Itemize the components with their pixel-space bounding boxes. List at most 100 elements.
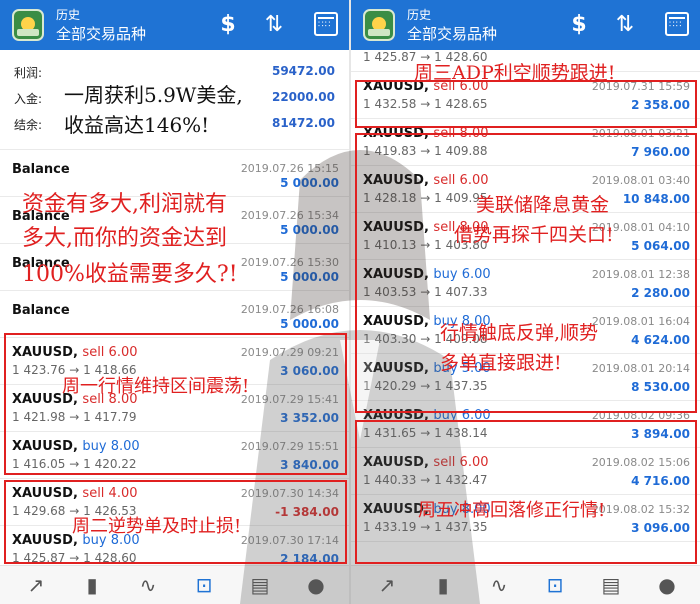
deal-symbol: XAUUSD, buy 6.00 <box>363 408 491 423</box>
nav-news-icon[interactable]: ▤ <box>232 566 288 604</box>
deal-symbol: XAUUSD, buy 5.00 <box>363 361 491 376</box>
nav-quotes-icon[interactable]: ↗ <box>8 566 64 604</box>
calendar-icon[interactable] <box>665 12 689 36</box>
summary-label: 利润: <box>14 66 43 80</box>
deal-prices: 1 431.65 → 1 438.14 <box>363 426 488 440</box>
deal-side: sell 4.00 <box>82 486 138 501</box>
deal-date: 2019.07.26 15:30 <box>240 256 339 269</box>
deal-profit: 2 280.00 <box>631 286 690 300</box>
app-title[interactable]: 全部交易品种 <box>56 23 146 44</box>
deal-row[interactable]: XAUUSD, sell 6.00 2019.08.01 03:40 1 428.1… <box>351 166 700 213</box>
deal-symbol: XAUUSD, sell 8.00 <box>363 126 489 141</box>
left-history-list[interactable]: 利润: 59472.00 入金: 22000.00 结余: 81472.00 B… <box>0 50 349 565</box>
deal-profit: 4 716.00 <box>631 474 690 488</box>
deal-symbol-text: XAUUSD, <box>12 439 83 454</box>
deal-side: sell 6.00 <box>82 345 138 360</box>
summary-row-balance: 结余: 81472.00 <box>0 110 349 136</box>
deal-symbol-text: XAUUSD, <box>363 173 434 188</box>
deal-row[interactable]: Balance 2019.07.26 15:34 5 000.00 <box>0 197 349 244</box>
deal-prices: 1 432.58 → 1 428.65 <box>363 97 488 111</box>
nav-history-icon[interactable]: ⊡ <box>176 566 232 604</box>
deal-date: 2019.07.29 15:41 <box>240 393 339 406</box>
nav-trade-icon[interactable]: ∿ <box>120 566 176 604</box>
dollar-icon[interactable]: $ <box>210 8 246 42</box>
deal-symbol-text: XAUUSD, <box>12 345 83 360</box>
summary-value: 59472.00 <box>271 64 335 78</box>
nav-chart-icon[interactable]: ▮ <box>64 566 120 604</box>
deal-date: 2019.08.01 16:04 <box>591 315 690 328</box>
deal-prices: 1 433.19 → 1 437.35 <box>363 520 488 534</box>
deal-prices: 1 420.29 → 1 437.35 <box>363 379 488 393</box>
deal-row[interactable]: XAUUSD, sell 6.00 2019.08.02 15:06 1 440.3… <box>351 448 700 495</box>
deal-row[interactable]: Balance 2019.07.26 15:30 5 000.00 <box>0 244 349 291</box>
deal-symbol: Balance <box>12 162 70 177</box>
deal-row[interactable]: Balance 2019.07.26 15:15 5 000.00 <box>0 150 349 197</box>
deal-prices: 1 416.05 → 1 420.22 <box>12 457 137 471</box>
deal-row[interactable]: XAUUSD, buy 6.00 2019.08.02 09:36 1 431.65… <box>351 401 700 448</box>
app-logo-icon[interactable] <box>363 9 395 41</box>
deal-side: buy 8.00 <box>433 502 491 517</box>
deal-row[interactable]: XAUUSD, buy 8.002019.07.30 17:141 425.87… <box>0 526 349 565</box>
right-bottom-nav: ↗ ▮ ∿ ⊡ ▤ ● <box>351 565 700 604</box>
app-logo-icon[interactable] <box>12 9 44 41</box>
deal-prices: 1 419.83 → 1 409.88 <box>363 144 488 158</box>
deal-row[interactable]: XAUUSD, buy 6.00 2019.08.01 12:38 1 403.53… <box>351 260 700 307</box>
deal-date: 2019.08.02 15:32 <box>591 503 690 516</box>
deal-symbol: XAUUSD, sell 8.00 <box>363 220 489 235</box>
deal-row[interactable]: XAUUSD, sell 8.00 2019.07.29 15:41 1 421.9… <box>0 385 349 432</box>
deal-side: buy 6.00 <box>433 408 491 423</box>
deal-row[interactable]: XAUUSD, buy 8.00 2019.08.01 16:04 1 403.30… <box>351 307 700 354</box>
deal-side: sell 8.00 <box>433 126 489 141</box>
sort-icon[interactable]: ⇅ <box>607 8 643 42</box>
sort-icon[interactable]: ⇅ <box>256 8 292 42</box>
deal-side: buy 8.00 <box>433 314 491 329</box>
deal-symbol-text: XAUUSD, <box>363 220 434 235</box>
deal-profit: 10 848.00 <box>622 192 690 206</box>
deal-prices: 1 423.76 → 1 418.66 <box>12 363 137 377</box>
deal-side: buy 6.00 <box>433 267 491 282</box>
deal-profit: 3 060.00 <box>280 364 339 378</box>
deal-symbol: XAUUSD, buy 8.00 <box>12 439 140 454</box>
nav-news-icon[interactable]: ▤ <box>583 566 639 604</box>
deal-row[interactable]: XAUUSD, sell 4.00 2019.07.30 14:34 1 429.6… <box>0 479 349 526</box>
deal-date: 2019.07.26 15:15 <box>240 162 339 175</box>
deal-symbol-text: XAUUSD, <box>12 533 83 548</box>
deal-date: 2019.08.01 04:10 <box>591 221 690 234</box>
deal-date: 2019.07.26 15:34 <box>240 209 339 222</box>
dollar-icon[interactable]: $ <box>561 8 597 42</box>
deal-profit: 3 894.00 <box>631 427 690 441</box>
deal-symbol: XAUUSD, sell 6.00 <box>363 455 489 470</box>
deal-row[interactable]: XAUUSD, buy 8.00 2019.08.02 15:32 1 433.19… <box>351 495 700 542</box>
summary-label: 入金: <box>14 92 43 106</box>
deal-profit: 2 184.00 <box>280 552 339 565</box>
deal-row[interactable]: XAUUSD, sell 6.00 2019.07.29 09:21 1 423.7… <box>0 338 349 385</box>
deal-row[interactable]: XAUUSD, sell 6.00 2019.07.31 15:59 1 432.5… <box>351 72 700 119</box>
deal-row[interactable]: XAUUSD, buy 5.00 2019.08.01 20:14 1 420.29… <box>351 354 700 401</box>
deal-symbol: XAUUSD, buy 8.00 <box>363 502 491 517</box>
left-phone-screen: 历史 全部交易品种 $ ⇅ 利润: 59472.00 入金: 22000.00 … <box>0 0 349 604</box>
nav-chat-icon[interactable]: ● <box>639 566 695 604</box>
deal-symbol-text: XAUUSD, <box>363 267 434 282</box>
deal-symbol-text: Balance <box>12 303 70 318</box>
deal-symbol: XAUUSD, sell 6.00 <box>363 173 489 188</box>
deal-date: 2019.07.29 15:51 <box>240 440 339 453</box>
nav-history-icon[interactable]: ⊡ <box>527 566 583 604</box>
nav-chat-icon[interactable]: ● <box>288 566 344 604</box>
deal-row[interactable]: XAUUSD, sell 8.00 2019.08.01 04:10 1 410.1… <box>351 213 700 260</box>
right-history-list[interactable]: XAUUSD, buy 8.002019.07.30 17:141 425.87… <box>351 50 700 565</box>
deal-row[interactable]: XAUUSD, buy 8.00 2019.07.29 15:51 1 416.05… <box>0 432 349 479</box>
calendar-icon[interactable] <box>314 12 338 36</box>
deal-profit: 3 840.00 <box>280 458 339 472</box>
deal-row[interactable]: Balance 2019.07.26 16:08 5 000.00 <box>0 291 349 338</box>
deal-date: 2019.08.02 09:36 <box>591 409 690 422</box>
deal-prices: 1 440.33 → 1 432.47 <box>363 473 488 487</box>
deal-row[interactable]: XAUUSD, buy 8.002019.07.30 17:141 425.87… <box>351 50 700 72</box>
deal-profit: 4 624.00 <box>631 333 690 347</box>
nav-trade-icon[interactable]: ∿ <box>471 566 527 604</box>
deal-row[interactable]: XAUUSD, sell 8.00 2019.08.01 03:21 1 419.8… <box>351 119 700 166</box>
nav-quotes-icon[interactable]: ↗ <box>359 566 415 604</box>
app-title[interactable]: 全部交易品种 <box>407 23 497 44</box>
deal-prices: 1 421.98 → 1 417.79 <box>12 410 137 424</box>
nav-chart-icon[interactable]: ▮ <box>415 566 471 604</box>
deal-symbol: XAUUSD, sell 6.00 <box>12 345 138 360</box>
